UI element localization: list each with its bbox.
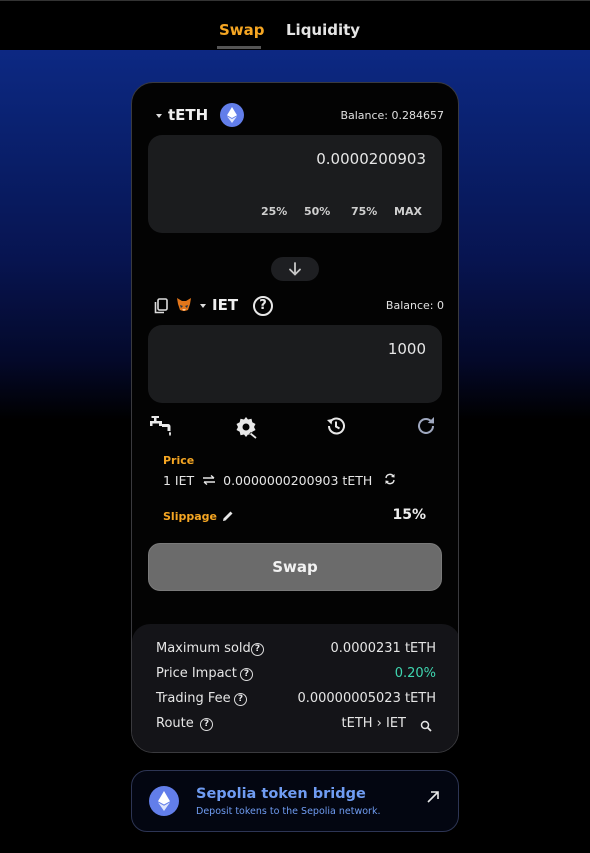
down-arrow-icon — [289, 262, 301, 276]
from-token-selector[interactable]: tETH — [154, 103, 246, 131]
sepolia-bridge-link[interactable]: Sepolia token bridge Deposit tokens to t… — [131, 770, 459, 832]
from-balance: Balance: 0.284657 — [340, 109, 444, 122]
chevron-down-icon — [200, 304, 206, 308]
percent-25-button[interactable]: 25% — [261, 205, 287, 218]
faucet-icon[interactable] — [148, 415, 172, 441]
from-token-name: tETH — [168, 106, 209, 124]
refresh-icon[interactable] — [415, 415, 437, 441]
detail-value: 0.00000005023 tETH — [297, 691, 436, 706]
detail-label: Price Impact — [156, 666, 237, 681]
max-button[interactable]: MAX — [394, 205, 422, 218]
detail-label: Maximum sold — [156, 641, 251, 656]
detail-row-maximum-sold: Maximum sold ? 0.0000231 tETH — [156, 641, 436, 661]
from-token-row: tETH Balance: 0.284657 — [132, 103, 458, 133]
to-balance: Balance: 0 — [385, 299, 444, 312]
tab-swap-label: Swap — [219, 21, 265, 39]
ethereum-icon — [220, 103, 244, 127]
swap-card: tETH Balance: 0.284657 0.0000200903 25% … — [131, 82, 459, 753]
swap-direction-icon[interactable] — [202, 474, 216, 486]
percent-50-button[interactable]: 50% — [304, 205, 330, 218]
detail-label: Trading Fee — [156, 691, 231, 706]
to-amount-input[interactable]: 1000 — [388, 340, 426, 358]
detail-value: 0.0000231 tETH — [330, 641, 436, 656]
bridge-subtitle: Deposit tokens to the Sepolia network. — [196, 806, 381, 817]
to-token-name: IET — [212, 296, 239, 314]
from-amount-box[interactable]: 0.0000200903 25% 50% 75% MAX — [148, 135, 442, 233]
price-label: Price — [163, 454, 195, 467]
detail-label: Route — [156, 716, 194, 731]
top-navigation: Swap Liquidity — [0, 0, 590, 50]
to-token-selector[interactable]: IET — [176, 293, 240, 321]
metamask-fox-icon — [177, 298, 191, 311]
search-icon[interactable] — [420, 720, 432, 732]
price-line: 1 IET 0.0000000200903 tETH — [163, 473, 396, 488]
history-icon[interactable] — [325, 415, 347, 441]
detail-row-trading-fee: Trading Fee ? 0.00000005023 tETH — [156, 691, 436, 711]
swap-button[interactable]: Swap — [148, 543, 442, 591]
help-icon[interactable]: ? — [234, 693, 247, 706]
edit-icon[interactable] — [222, 510, 234, 522]
price-base: 1 IET — [163, 473, 195, 488]
swap-details: Maximum sold ? 0.0000231 tETH Price Impa… — [132, 624, 458, 752]
switch-direction-button[interactable] — [271, 257, 319, 281]
price-value: 0.0000000200903 tETH — [223, 473, 373, 488]
active-tab-underline — [217, 46, 261, 49]
help-icon[interactable]: ? — [240, 668, 253, 681]
copy-icon[interactable] — [154, 298, 168, 314]
bridge-title: Sepolia token bridge — [196, 786, 366, 802]
slippage-value: 15% — [392, 507, 426, 523]
detail-row-price-impact: Price Impact ? 0.20% — [156, 666, 436, 686]
tab-liquidity[interactable]: Liquidity — [286, 21, 360, 39]
help-icon[interactable]: ? — [253, 296, 273, 316]
slippage-label: Slippage — [163, 510, 217, 523]
ethereum-icon — [149, 786, 179, 816]
to-token-row: IET ? Balance: 0 — [132, 293, 458, 323]
refresh-rate-icon[interactable] — [384, 473, 396, 485]
tab-swap[interactable]: Swap — [217, 21, 265, 49]
help-icon[interactable]: ? — [200, 718, 213, 731]
to-amount-box[interactable]: 1000 — [148, 325, 442, 403]
help-icon[interactable]: ? — [251, 643, 264, 656]
settings-icon[interactable] — [234, 415, 258, 443]
detail-row-route: Route ? tETH › IET — [156, 716, 436, 736]
detail-value: 0.20% — [394, 666, 436, 681]
chevron-down-icon — [156, 114, 162, 118]
external-link-icon — [427, 791, 439, 803]
detail-value: tETH › IET — [341, 716, 406, 731]
from-amount-input[interactable]: 0.0000200903 — [316, 150, 426, 168]
percent-75-button[interactable]: 75% — [351, 205, 377, 218]
